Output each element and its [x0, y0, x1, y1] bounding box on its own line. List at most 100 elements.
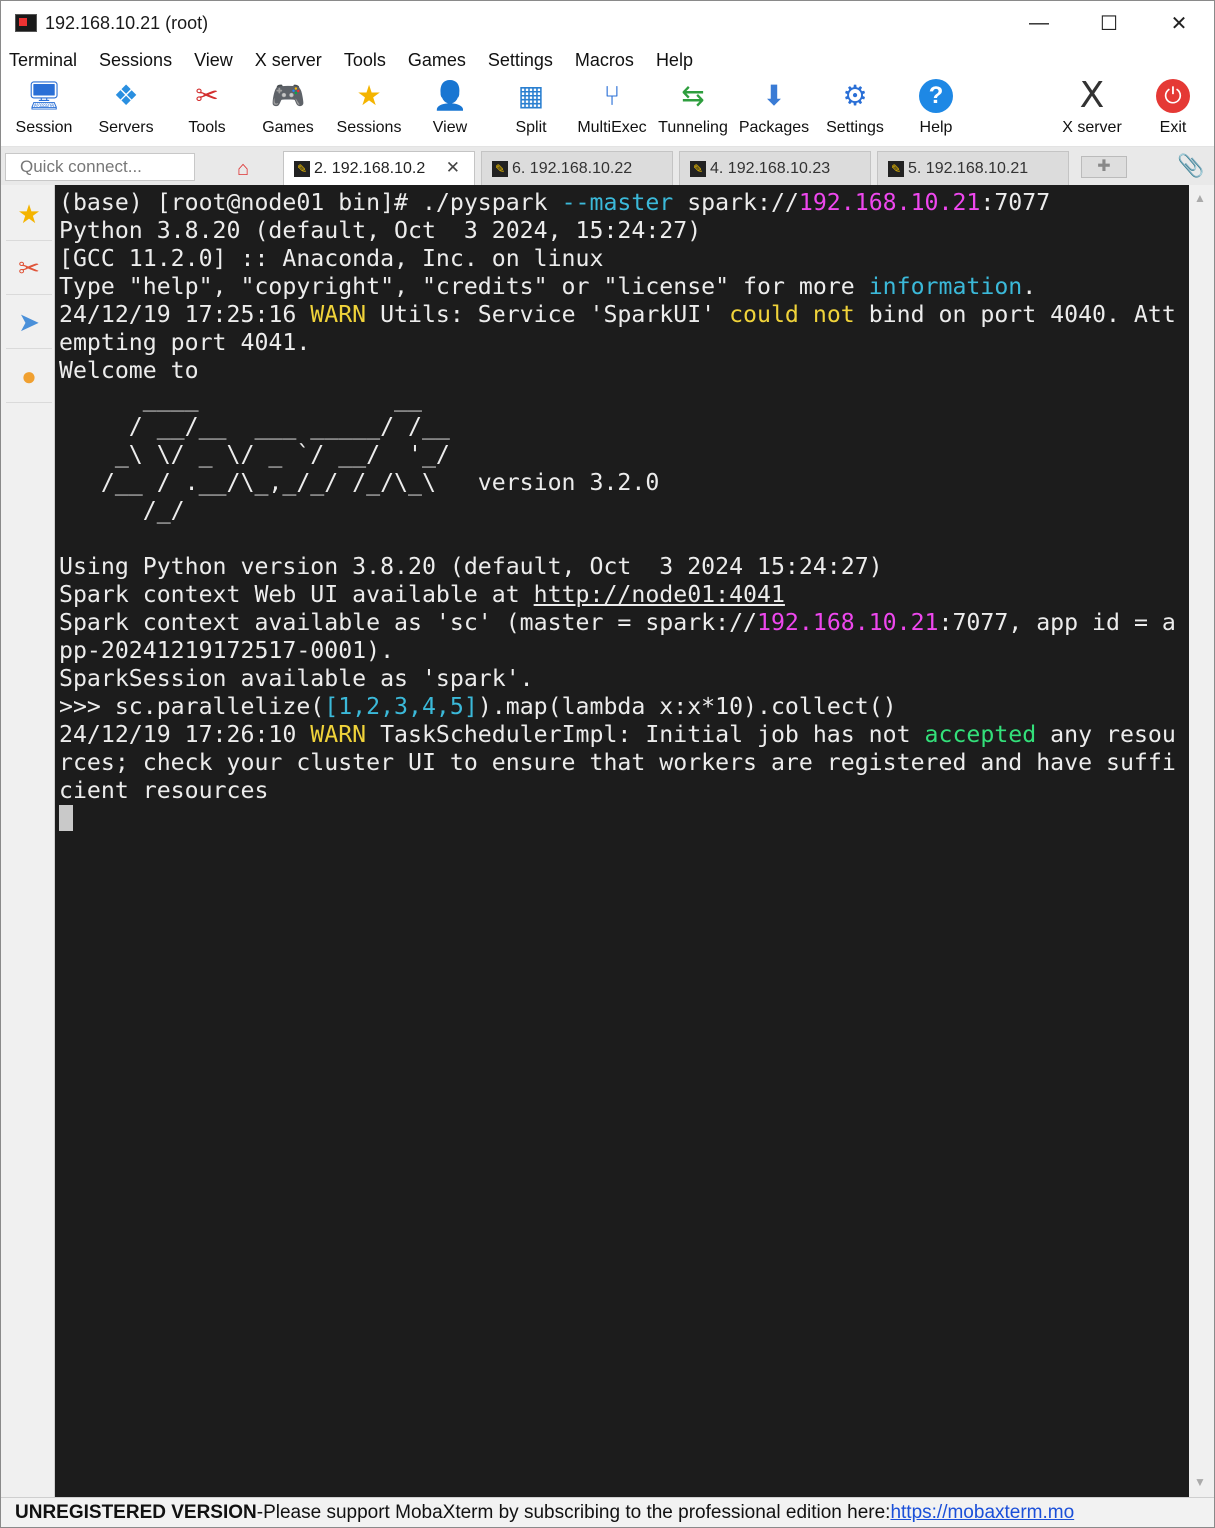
sidebar-tools-button[interactable]: ✂ — [6, 243, 52, 295]
toolbar-label: Tunneling — [658, 119, 728, 136]
new-tab-button[interactable]: ✚ — [1081, 156, 1127, 178]
toolbar-packages-button[interactable]: ⬇ Packages — [734, 79, 814, 143]
toolbar-settings-button[interactable]: ⚙ Settings — [815, 79, 895, 143]
toolbar-view-button[interactable]: 👤 View — [410, 79, 490, 143]
terminal-line: /_/ — [59, 497, 1176, 525]
terminal-cursor — [59, 805, 73, 831]
toolbar-label: View — [432, 119, 468, 136]
ssh-key-icon: ✎ — [888, 160, 904, 177]
menu-settings[interactable]: Settings — [480, 50, 561, 71]
tab-session-2[interactable]: ✎ 2. 192.168.10.2 ✕ — [283, 151, 475, 185]
terminal-line: empting port 4041. — [59, 329, 1176, 357]
terminal-text: . — [1022, 273, 1037, 300]
terminal-text: TaskSchedulerImpl: Initial job has not — [366, 721, 925, 748]
subscribe-link[interactable]: https://mobaxterm.mo — [890, 1502, 1074, 1524]
toolbar-label: Help — [919, 119, 953, 136]
terminal-pane[interactable]: (base) [root@node01 bin]# ./pyspark --ma… — [55, 185, 1189, 1497]
toolbar-help-button[interactable]: ? Help — [896, 79, 976, 143]
home-icon: ⌂ — [236, 157, 250, 180]
attachment-icon[interactable]: 📎 — [1177, 153, 1204, 179]
multiexec-icon: ⑂ — [603, 80, 621, 111]
tab-session-4[interactable]: ✎ 4. 192.168.10.23 — [679, 151, 871, 185]
support-message: Please support MobaXterm by subscribing … — [263, 1501, 891, 1523]
terminal-text: /_/ — [59, 497, 185, 524]
toolbar-session-button[interactable]: 🖥 Session — [4, 79, 84, 143]
terminal-text: [GCC 11.2.0] :: Anaconda, Inc. on linux — [59, 245, 604, 272]
terminal-text: Welcome to — [59, 357, 199, 384]
terminal-line: ____ __ — [59, 385, 1176, 413]
toolbar-label: Packages — [738, 119, 810, 136]
view-icon: 👤 — [432, 80, 468, 111]
terminal-line: Python 3.8.20 (default, Oct 3 2024, 15:2… — [59, 217, 1176, 245]
terminal-text: :7077, app id = a — [938, 609, 1176, 636]
terminal-line: 24/12/19 17:25:16 WARN Utils: Service 'S… — [59, 301, 1176, 329]
quick-connect-input[interactable]: Quick connect... — [5, 153, 195, 181]
toolbar-multiexec-button[interactable]: ⑂ MultiExec — [572, 79, 652, 143]
menu-sessions[interactable]: Sessions — [91, 50, 180, 71]
scroll-down-icon[interactable]: ▼ — [1194, 1475, 1206, 1489]
menu-terminal[interactable]: Terminal — [1, 50, 85, 71]
toolbar: 🖥 Session ❖ Servers ✂ Tools 🎮 Games ★ Sessions 👤 Vi… — [1, 75, 1214, 147]
toolbar-tunneling-button[interactable]: ⇆ Tunneling — [653, 79, 733, 143]
toolbar-tools-button[interactable]: ✂ Tools — [167, 79, 247, 143]
menu-games[interactable]: Games — [400, 50, 474, 71]
home-tab[interactable]: ⌂ — [223, 153, 263, 185]
terminal-line: Type "help", "copyright", "credits" or "… — [59, 273, 1176, 301]
terminal-text: >>> sc.parallelize( — [59, 693, 325, 720]
gamepad-icon: 🎮 — [270, 80, 306, 111]
left-sidebar: ★ ✂ ➤ ● — [1, 185, 55, 1497]
toolbar-split-button[interactable]: ▦ Split — [491, 79, 571, 143]
tab-label: 4. 192.168.10.23 — [710, 159, 831, 177]
tab-label: 5. 192.168.10.21 — [908, 159, 1029, 177]
menu-help[interactable]: Help — [648, 50, 701, 71]
terminal-line: / __/__ ___ _____/ /__ — [59, 413, 1176, 441]
sidebar-globe-button[interactable]: ● — [6, 351, 52, 403]
tab-label: 6. 192.168.10.22 — [512, 159, 633, 177]
terminal-text: pp-20241219172517-0001). — [59, 637, 395, 664]
toolbar-label: Games — [262, 119, 314, 136]
sidebar-favorites-star-button[interactable]: ★ — [6, 189, 52, 241]
window-title: 192.168.10.21 (root) — [45, 12, 209, 33]
help-icon: ? — [919, 79, 953, 113]
toolbar-x-server-button[interactable]: X X server — [1052, 78, 1132, 143]
terminal-text: accepted — [924, 721, 1037, 748]
toolbar-servers-button[interactable]: ❖ Servers — [86, 79, 166, 143]
terminal-text: ____ __ — [59, 385, 422, 412]
terminal-scrollbar[interactable]: ▲ ▼ — [1189, 185, 1214, 1497]
terminal-text: 192.168.10.21 — [798, 189, 981, 216]
toolbar-label: Exit — [1159, 119, 1187, 136]
terminal-text: empting port 4041. — [59, 329, 311, 356]
minimize-button[interactable]: — — [1004, 1, 1074, 45]
terminal-text: Spark context available as 'sc' (master … — [59, 609, 758, 636]
scroll-up-icon[interactable]: ▲ — [1194, 191, 1206, 205]
terminal-text: 192.168.10.21 — [757, 609, 939, 636]
toolbar-games-button[interactable]: 🎮 Games — [248, 79, 328, 143]
menu-tools[interactable]: Tools — [336, 50, 394, 71]
tab-session-6[interactable]: ✎ 6. 192.168.10.22 — [481, 151, 673, 185]
terminal-text: (base) [root@node01 bin]# ./pyspark — [59, 189, 562, 216]
sidebar-send-button[interactable]: ➤ — [6, 297, 52, 349]
menu-x-server[interactable]: X server — [247, 50, 330, 71]
toolbar-sessions-button[interactable]: ★ Sessions — [329, 79, 409, 143]
terminal-output: (base) [root@node01 bin]# ./pyspark --ma… — [59, 189, 1176, 833]
terminal-text: SparkSession available as 'spark'. — [59, 665, 534, 692]
terminal-text: --master — [561, 189, 674, 216]
menu-macros[interactable]: Macros — [567, 50, 642, 71]
terminal-line: (base) [root@node01 bin]# ./pyspark --ma… — [59, 189, 1176, 217]
terminal-line: [GCC 11.2.0] :: Anaconda, Inc. on linux — [59, 245, 1176, 273]
terminal-line: rces; check your cluster UI to ensure th… — [59, 749, 1176, 777]
maximize-button[interactable]: ☐ — [1074, 1, 1144, 45]
toolbar-exit-button[interactable]: ⏻ Exit — [1133, 79, 1213, 143]
tab-close-icon[interactable]: ✕ — [446, 158, 460, 178]
menu-bar: Terminal Sessions View X server Tools Ga… — [1, 45, 1214, 75]
terminal-line: SparkSession available as 'spark'. — [59, 665, 1176, 693]
terminal-text: [1,2,3,4,5] — [324, 693, 478, 720]
tab-session-5[interactable]: ✎ 5. 192.168.10.21 — [877, 151, 1069, 185]
menu-view[interactable]: View — [186, 50, 241, 71]
terminal-line: >>> sc.parallelize([1,2,3,4,5]).map(lamb… — [59, 693, 1176, 721]
terminal-line: pp-20241219172517-0001). — [59, 637, 1176, 665]
close-button[interactable]: ✕ — [1144, 1, 1214, 45]
status-bar: UNREGISTERED VERSION - Please support Mo… — [1, 1497, 1214, 1527]
terminal-text: 24/12/19 17:26:10 — [59, 721, 311, 748]
